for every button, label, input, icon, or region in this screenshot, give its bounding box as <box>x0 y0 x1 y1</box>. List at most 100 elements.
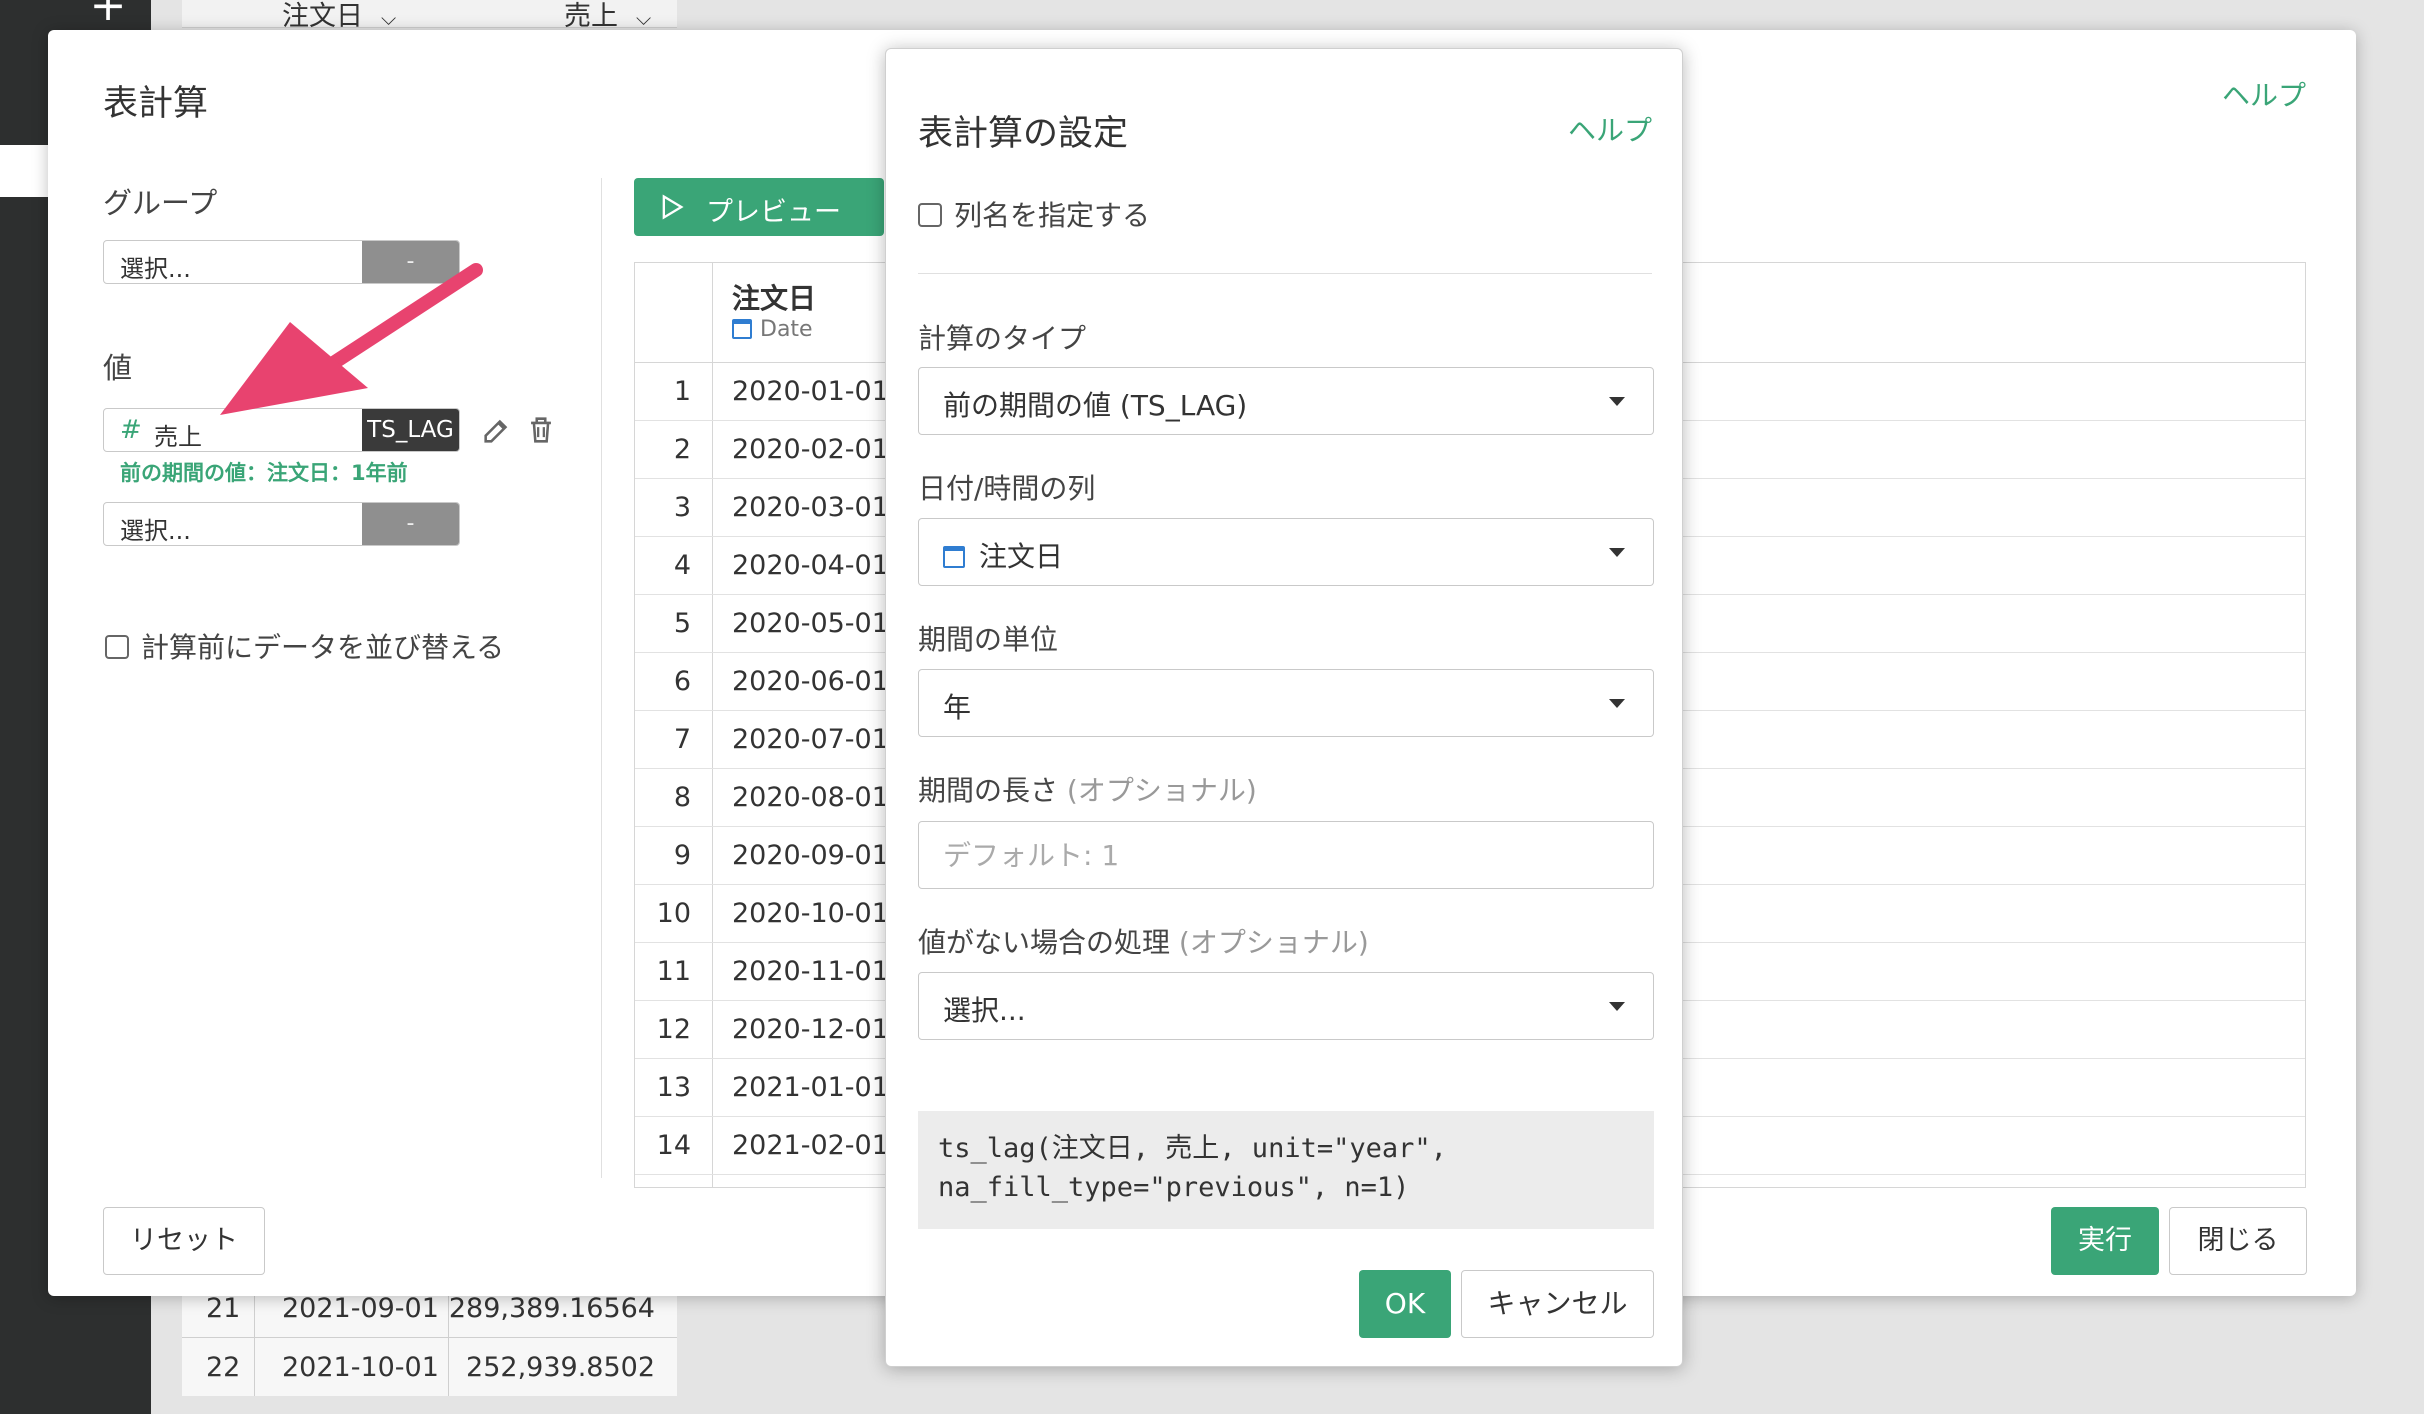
number-type-icon: # <box>120 415 142 445</box>
add-icon[interactable]: + <box>88 0 128 28</box>
cancel-button[interactable]: キャンセル <box>1461 1270 1654 1338</box>
row-date: 2020-12-01 <box>732 1014 889 1045</box>
value-select-dropdown[interactable]: - <box>362 503 459 545</box>
row-date: 2020-07-01 <box>732 724 889 755</box>
sort-before-calc-option[interactable]: 計算前にデータを並び替える <box>105 626 504 666</box>
settings-help-link[interactable]: ヘルプ <box>1568 109 1652 149</box>
play-icon <box>662 194 684 220</box>
row-date: 2021-10-01 <box>282 1352 439 1383</box>
row-number: 1 <box>673 376 691 407</box>
period-unit-value: 年 <box>943 691 972 724</box>
preview-button[interactable]: プレビュー <box>634 178 884 236</box>
row-number: 8 <box>673 782 691 813</box>
row-date: 2020-09-01 <box>732 840 889 871</box>
row-number: 11 <box>656 956 691 987</box>
row-sales: 289,389.16564 <box>448 1293 655 1324</box>
settings-title: 表計算の設定 <box>918 114 1129 154</box>
group-select[interactable]: 選択... - <box>103 240 460 284</box>
background-table-header: 注文日 ⌵ 売上 ⌵ <box>182 0 677 32</box>
calendar-icon <box>943 546 965 568</box>
row-number: 4 <box>673 550 691 581</box>
reset-button[interactable]: リセット <box>103 1207 265 1275</box>
bg-col-header-sales[interactable]: 売上 ⌵ <box>564 0 651 33</box>
column-name-label: 列名を指定する <box>954 199 1151 232</box>
panel-divider <box>601 178 602 1178</box>
calendar-icon <box>732 319 752 339</box>
close-button[interactable]: 閉じる <box>2169 1207 2307 1275</box>
row-date: 2021-01-01 <box>732 1072 889 1103</box>
row-number: 2 <box>673 434 691 465</box>
formula-preview: ts_lag(注文日, 売上, unit="year", na_fill_typ… <box>918 1111 1654 1229</box>
row-date: 2020-08-01 <box>732 782 889 813</box>
row-date: 2020-06-01 <box>732 666 889 697</box>
row-number: 10 <box>656 898 691 929</box>
calculation-settings-dialog: 表計算の設定 ヘルプ 列名を指定する 計算のタイプ 前の期間の値 (TS_LAG… <box>885 48 1683 1367</box>
period-length-input-wrap[interactable] <box>918 821 1654 889</box>
calc-type-select[interactable]: 前の期間の値 (TS_LAG) <box>918 367 1654 435</box>
row-number: 9 <box>673 840 691 871</box>
edit-icon[interactable] <box>480 413 514 447</box>
row-number: 12 <box>656 1014 691 1045</box>
group-select-value: 選択... <box>120 255 191 283</box>
group-label: グループ <box>103 186 218 220</box>
row-date: 2020-10-01 <box>732 898 889 929</box>
calc-type-value: 前の期間の値 (TS_LAG) <box>943 389 1248 422</box>
value-item[interactable]: # 売上 TS_LAG <box>103 408 460 452</box>
calc-type-label: 計算のタイプ <box>918 322 1087 355</box>
row-date: 2021-09-01 <box>282 1293 439 1324</box>
help-link[interactable]: ヘルプ <box>2222 74 2306 114</box>
preview-button-label: プレビュー <box>706 197 841 228</box>
grid-col-type: Date <box>732 317 813 342</box>
value-label: 値 <box>103 351 133 385</box>
row-date: 2020-04-01 <box>732 550 889 581</box>
datetime-column-select[interactable]: 注文日 <box>918 518 1654 586</box>
row-number: 14 <box>656 1130 691 1161</box>
caret-down-icon <box>1609 1002 1625 1011</box>
caret-down-icon <box>1609 699 1625 708</box>
trash-icon[interactable] <box>524 413 558 447</box>
run-button[interactable]: 実行 <box>2051 1207 2159 1275</box>
sort-checkbox[interactable] <box>105 635 129 659</box>
row-date: 2020-02-01 <box>732 434 889 465</box>
formula-line-1: ts_lag(注文日, 売上, unit="year", <box>938 1133 1447 1164</box>
value-select[interactable]: 選択... - <box>103 502 460 546</box>
column-name-checkbox[interactable] <box>918 203 942 227</box>
row-number: 7 <box>673 724 691 755</box>
formula-line-2: na_fill_type="previous", n=1) <box>938 1172 1410 1203</box>
chevron-down-icon: ⌵ <box>636 6 652 30</box>
na-handling-value: 選択... <box>943 994 1026 1027</box>
period-length-input[interactable] <box>919 822 1653 888</box>
bg-col-header-date[interactable]: 注文日 ⌵ <box>282 0 396 33</box>
na-handling-label: 値がない場合の処理 (オプショナル) <box>918 926 1369 959</box>
chevron-down-icon: ⌵ <box>381 6 397 30</box>
dialog-title: 表計算 <box>103 84 209 124</box>
caret-down-icon <box>1609 548 1625 557</box>
sort-checkbox-label: 計算前にデータを並び替える <box>141 631 505 664</box>
na-handling-select[interactable]: 選択... <box>918 972 1654 1040</box>
row-number: 13 <box>656 1072 691 1103</box>
column-name-option[interactable]: 列名を指定する <box>918 194 1150 234</box>
row-sales: 252,939.8502 <box>466 1352 655 1383</box>
group-select-dropdown[interactable]: - <box>362 241 459 283</box>
grid-col-title[interactable]: 注文日 <box>732 277 816 317</box>
period-unit-select[interactable]: 年 <box>918 669 1654 737</box>
row-number: 5 <box>673 608 691 639</box>
period-unit-label: 期間の単位 <box>918 623 1059 656</box>
datetime-column-label: 日付/時間の列 <box>918 472 1096 505</box>
table-row: 22 2021-10-01 252,939.8502 <box>182 1337 677 1396</box>
value-item-name: 売上 <box>154 423 202 451</box>
row-date: 2020-03-01 <box>732 492 889 523</box>
divider <box>918 273 1652 274</box>
datetime-column-value: 注文日 <box>979 540 1064 573</box>
row-date: 2021-02-01 <box>732 1130 889 1161</box>
row-number: 21 <box>206 1293 241 1324</box>
value-item-function-tag[interactable]: TS_LAG <box>362 409 459 451</box>
value-item-description: 前の期間の値：注文日：1年前 <box>120 461 408 485</box>
caret-down-icon <box>1609 397 1625 406</box>
value-select-value: 選択... <box>120 517 191 545</box>
period-length-label: 期間の長さ (オプショナル) <box>918 774 1257 807</box>
ok-button[interactable]: OK <box>1359 1270 1451 1338</box>
row-number: 3 <box>673 492 691 523</box>
row-date: 2020-05-01 <box>732 608 889 639</box>
row-date: 2020-11-01 <box>732 956 889 987</box>
